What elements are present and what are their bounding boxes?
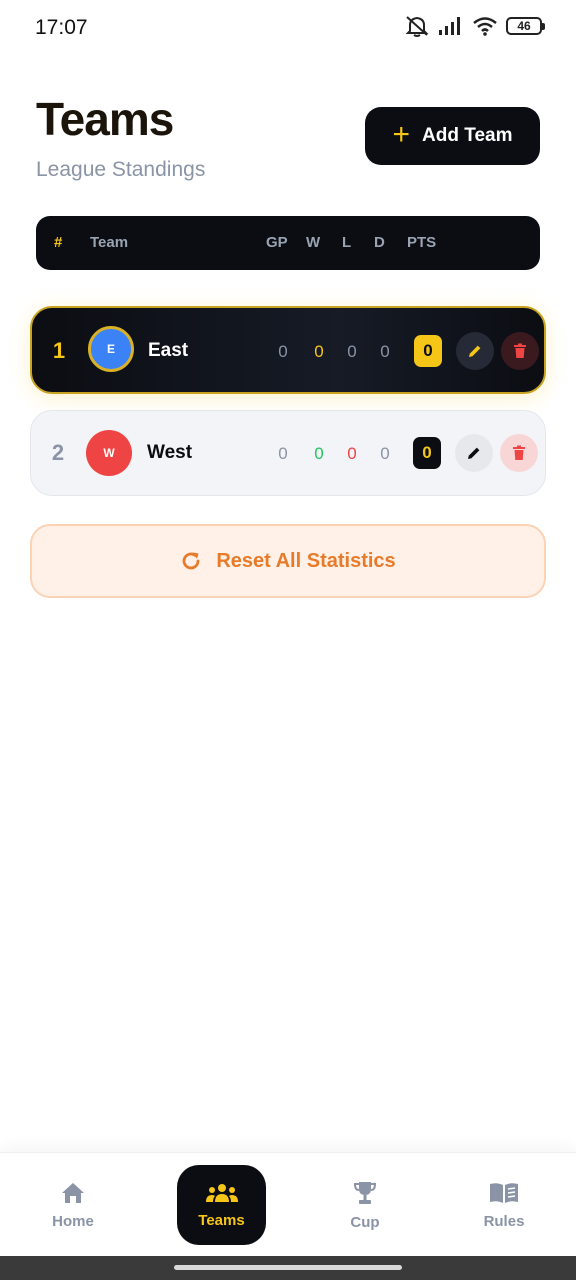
nav-rules[interactable]: Rules	[464, 1165, 544, 1245]
nav-cup[interactable]: Cup	[325, 1165, 405, 1245]
edit-button[interactable]	[456, 332, 494, 370]
gesture-bar	[0, 1256, 576, 1280]
nav-home-label: Home	[52, 1212, 94, 1230]
edit-button[interactable]	[455, 434, 493, 472]
delete-button[interactable]	[500, 434, 538, 472]
column-gp: GP	[266, 234, 288, 251]
column-rank: #	[54, 234, 63, 251]
stat-l: 0	[347, 342, 357, 361]
team-name: East	[148, 340, 189, 361]
mute-icon	[405, 16, 429, 37]
nav-teams[interactable]: Teams	[177, 1165, 266, 1245]
team-avatar: W	[86, 430, 132, 476]
stat-l: 0	[347, 444, 357, 463]
stat-gp: 0	[278, 342, 288, 361]
battery-icon: 46	[506, 17, 545, 35]
delete-button[interactable]	[501, 332, 539, 370]
stat-d: 0	[380, 444, 390, 463]
column-team: Team	[90, 234, 129, 251]
add-team-label: Add Team	[422, 125, 513, 146]
nav-rules-label: Rules	[483, 1212, 525, 1230]
trash-icon	[513, 445, 525, 460]
bottom-nav: Home Teams Cup Rules	[0, 1152, 576, 1256]
status-time: 17:07	[35, 16, 88, 39]
nav-cup-label: Cup	[350, 1213, 380, 1231]
table-header: # Team GP W L D PTS	[36, 216, 540, 270]
pencil-icon	[468, 447, 480, 459]
team-rank: 1	[52, 338, 66, 363]
home-indicator[interactable]	[174, 1265, 402, 1270]
status-bar: 17:07 46	[0, 0, 576, 56]
column-l: L	[342, 234, 352, 251]
nav-teams-label: Teams	[198, 1211, 245, 1229]
trash-icon	[514, 343, 526, 358]
page-title: Teams	[36, 93, 174, 145]
refresh-icon	[182, 552, 200, 570]
column-pts: PTS	[407, 234, 437, 251]
team-name: West	[147, 442, 193, 463]
stat-d: 0	[380, 342, 390, 361]
reset-statistics-button[interactable]: Reset All Statistics	[30, 524, 546, 598]
points-badge: 0	[414, 335, 442, 367]
wifi-icon	[473, 17, 497, 36]
team-rank: 2	[51, 440, 65, 465]
signal-icon	[439, 17, 460, 35]
add-team-button[interactable]: + Add Team	[365, 107, 540, 165]
points-badge: 0	[413, 437, 441, 469]
column-d: D	[374, 234, 385, 251]
status-icons: 46	[404, 14, 545, 38]
team-row-west[interactable]: 2 W West 0 0 0 0 0	[30, 410, 546, 496]
plus-icon: +	[392, 117, 411, 151]
stat-gp: 0	[278, 444, 288, 463]
page-subtitle: League Standings	[36, 158, 206, 181]
trophy-icon	[353, 1181, 377, 1204]
stat-w: 0	[314, 342, 324, 361]
stat-w: 0	[314, 444, 324, 463]
teams-icon	[205, 1183, 238, 1202]
pencil-icon	[469, 345, 481, 357]
team-row-east[interactable]: 1 E East 0 0 0 0 0	[30, 306, 546, 394]
home-icon	[62, 1182, 84, 1203]
book-icon	[490, 1182, 518, 1203]
reset-label: Reset All Statistics	[216, 549, 396, 572]
nav-home[interactable]: Home	[33, 1165, 113, 1245]
column-w: W	[306, 234, 321, 251]
team-avatar: E	[88, 326, 134, 372]
